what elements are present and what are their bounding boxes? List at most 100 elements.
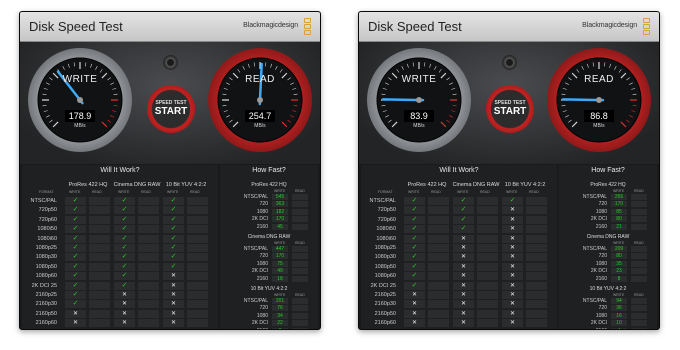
read-fps-cell [631, 312, 647, 319]
read-result-cell [428, 253, 449, 262]
cross-icon: ✕ [114, 300, 135, 309]
check-icon: ✓ [114, 197, 135, 205]
title-bar[interactable]: Disk Speed Test Blackmagicdesign [359, 12, 659, 42]
write-fps-value: 80 [611, 216, 627, 223]
table-row: 2160p60 ✕ ✕ ✕ [361, 318, 557, 328]
cross-icon: ✕ [502, 215, 523, 224]
format-group-header: 10 Bit YUV 4:2:2 [165, 182, 207, 188]
format-group-header: ProRes 422 HQ [407, 182, 447, 188]
check-icon: ✓ [404, 262, 425, 271]
speed-group-header: Cinema DNG RAW [586, 234, 630, 240]
check-icon: ✓ [65, 234, 86, 243]
cross-icon: ✕ [453, 272, 474, 281]
format-column-header: FORMAT [378, 190, 393, 194]
read-result-cell [187, 262, 208, 271]
check-icon: ✓ [404, 215, 425, 224]
start-button[interactable]: SPEED TEST START [486, 85, 534, 133]
read-result-cell [477, 281, 498, 290]
read-result-cell [187, 234, 208, 243]
start-button[interactable]: SPEED TEST START [147, 85, 195, 133]
gauge-hub [596, 97, 602, 103]
read-fps-cell [631, 298, 647, 304]
read-result-cell [526, 197, 547, 205]
check-icon: ✓ [404, 225, 425, 234]
read-result-cell [138, 225, 159, 234]
cross-icon: ✕ [65, 319, 86, 328]
gauge-hub [416, 97, 422, 103]
cross-icon: ✕ [453, 281, 474, 290]
cross-icon: ✕ [404, 300, 425, 309]
cross-icon: ✕ [453, 244, 474, 252]
brand-logo-text: Blackmagicdesign [582, 22, 637, 29]
read-result-cell [138, 281, 159, 290]
read-result-cell [187, 281, 208, 290]
will-it-work-panel: Will It Work? ProRes 422 HQ WRITE READ Cinem… [361, 165, 557, 329]
read-result-cell [477, 291, 498, 299]
write-fps-value: 170 [272, 253, 288, 260]
speed-format: 2160 [559, 327, 607, 329]
read-result-cell [89, 281, 110, 290]
check-icon: ✓ [163, 215, 184, 224]
write-gauge: WRITE 178.9 MB/s [28, 48, 132, 152]
speed-row: 2160 45 [220, 223, 318, 231]
read-result-cell [477, 300, 498, 309]
write-column-header: WRITE [408, 190, 420, 194]
check-icon: ✓ [453, 225, 474, 234]
speed-group-header: 10 Bit YUV 4:2:2 [589, 286, 627, 292]
read-gauge-label: READ [245, 74, 275, 85]
check-icon: ✓ [65, 225, 86, 234]
read-result-cell [428, 197, 449, 205]
gauge-dial [376, 57, 462, 143]
check-icon: ✓ [163, 225, 184, 234]
read-result-cell [138, 272, 159, 281]
read-result-cell [428, 281, 449, 290]
settings-knob-icon[interactable] [163, 55, 178, 70]
cross-icon: ✕ [502, 262, 523, 271]
read-result-cell [526, 225, 547, 234]
read-fps-cell [292, 253, 308, 260]
read-fps-cell [631, 216, 647, 223]
read-column-header: READ [480, 190, 490, 194]
read-result-cell [477, 206, 498, 215]
read-result-cell [89, 197, 110, 205]
read-result-cell [526, 262, 547, 271]
read-result-cell [428, 225, 449, 234]
check-icon: ✓ [114, 244, 135, 252]
write-gauge-label: WRITE [401, 74, 437, 85]
read-result-cell [526, 309, 547, 318]
read-result-cell [89, 291, 110, 299]
read-result-cell [477, 309, 498, 318]
gauge-dial [37, 57, 123, 143]
read-result-cell [89, 234, 110, 243]
read-result-cell [138, 291, 159, 299]
read-result-cell [477, 234, 498, 243]
how-fast-title: How Fast? [252, 167, 286, 174]
disk-speed-window: Disk Speed Test Blackmagicdesign WRITE 178.… [19, 11, 321, 330]
cross-icon: ✕ [163, 309, 184, 318]
gauge-area: WRITE 178.9 MB/s READ 254.7 MB/s SPEED TEST STA… [20, 42, 320, 164]
read-fps-cell [631, 208, 647, 215]
gauge-area: WRITE 83.9 MB/s READ 86.8 MB/s SPEED TEST START [359, 42, 659, 164]
title-bar[interactable]: Disk Speed Test Blackmagicdesign [20, 12, 320, 42]
cross-icon: ✕ [453, 234, 474, 243]
write-fps-value: 75 [272, 260, 288, 267]
read-result-cell [428, 215, 449, 224]
write-fps-value: 170 [611, 201, 627, 208]
format-column-header: FORMAT [39, 190, 54, 194]
check-icon: ✓ [163, 206, 184, 215]
check-icon: ✓ [65, 253, 86, 262]
read-result-cell [89, 309, 110, 318]
check-icon: ✓ [453, 197, 474, 205]
settings-knob-icon[interactable] [502, 55, 517, 70]
read-result-cell [477, 272, 498, 281]
cross-icon: ✕ [453, 319, 474, 328]
cross-icon: ✕ [163, 319, 184, 328]
cross-icon: ✕ [404, 291, 425, 299]
cross-icon: ✕ [502, 309, 523, 318]
read-result-cell [428, 262, 449, 271]
read-result-cell [138, 206, 159, 215]
read-result-cell [138, 215, 159, 224]
read-result-cell [187, 244, 208, 252]
read-result-cell [138, 197, 159, 205]
read-result-cell [428, 319, 449, 328]
